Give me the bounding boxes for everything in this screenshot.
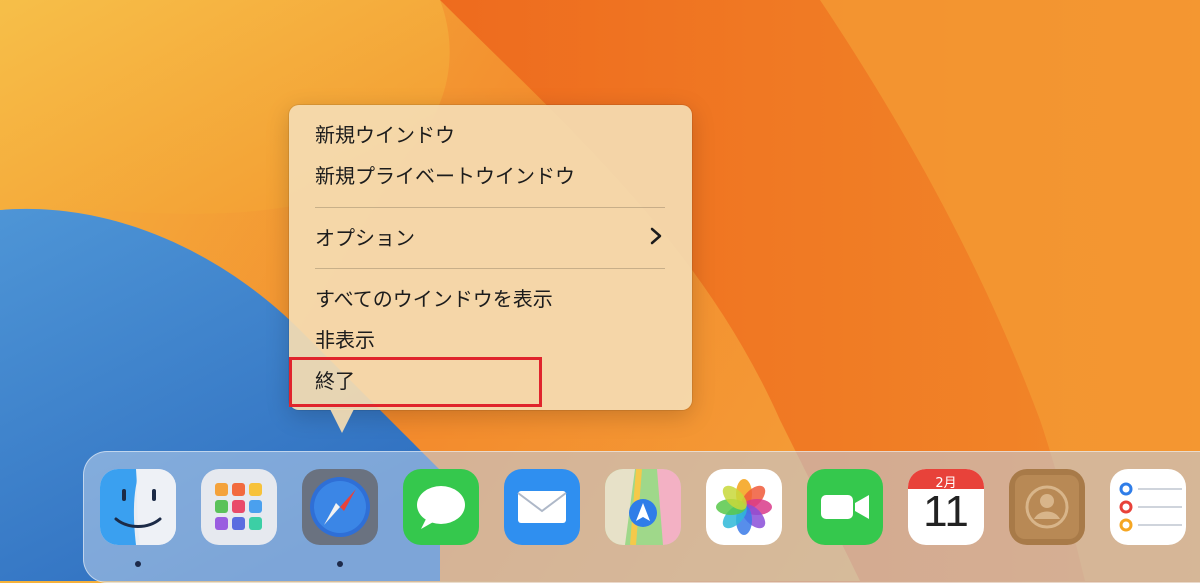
- dock-app-reminders[interactable]: [1110, 469, 1186, 545]
- calendar-day: 11: [923, 487, 969, 536]
- dock-app-photos[interactable]: [706, 469, 782, 545]
- menu-pointer: [330, 409, 354, 433]
- menu-item-hide[interactable]: 非表示: [315, 328, 375, 352]
- quit-highlight-box: [289, 357, 542, 407]
- menu-separator: [315, 207, 665, 208]
- messages-icon: [403, 469, 479, 545]
- dock-app-messages[interactable]: [403, 469, 479, 545]
- finder-icon: [100, 469, 176, 545]
- menu-separator: [315, 268, 665, 269]
- maps-icon: [605, 469, 681, 545]
- running-indicator: [135, 561, 141, 567]
- dock-app-safari[interactable]: [302, 469, 378, 545]
- dock-app-calendar[interactable]: 2月 11: [908, 469, 984, 545]
- dock-app-launchpad[interactable]: [201, 469, 277, 545]
- facetime-icon: [807, 469, 883, 545]
- dock-app-finder[interactable]: [100, 469, 176, 545]
- contacts-icon: [1009, 469, 1085, 545]
- safari-icon: [302, 469, 378, 545]
- launchpad-icon: [201, 469, 277, 545]
- reminders-icon: [1110, 469, 1186, 545]
- running-indicator: [337, 561, 343, 567]
- photos-icon: [706, 469, 782, 545]
- menu-item-options[interactable]: オプション: [315, 226, 415, 250]
- dock-app-maps[interactable]: [605, 469, 681, 545]
- menu-item-new-window[interactable]: 新規ウインドウ: [315, 123, 455, 147]
- dock-app-mail[interactable]: [504, 469, 580, 545]
- menu-item-new-private-window[interactable]: 新規プライベートウインドウ: [315, 164, 575, 188]
- mail-icon: [504, 469, 580, 545]
- chevron-right-icon: [650, 227, 662, 245]
- dock-app-facetime[interactable]: [807, 469, 883, 545]
- dock-app-contacts[interactable]: [1009, 469, 1085, 545]
- menu-item-show-all-windows[interactable]: すべてのウインドウを表示: [315, 287, 553, 311]
